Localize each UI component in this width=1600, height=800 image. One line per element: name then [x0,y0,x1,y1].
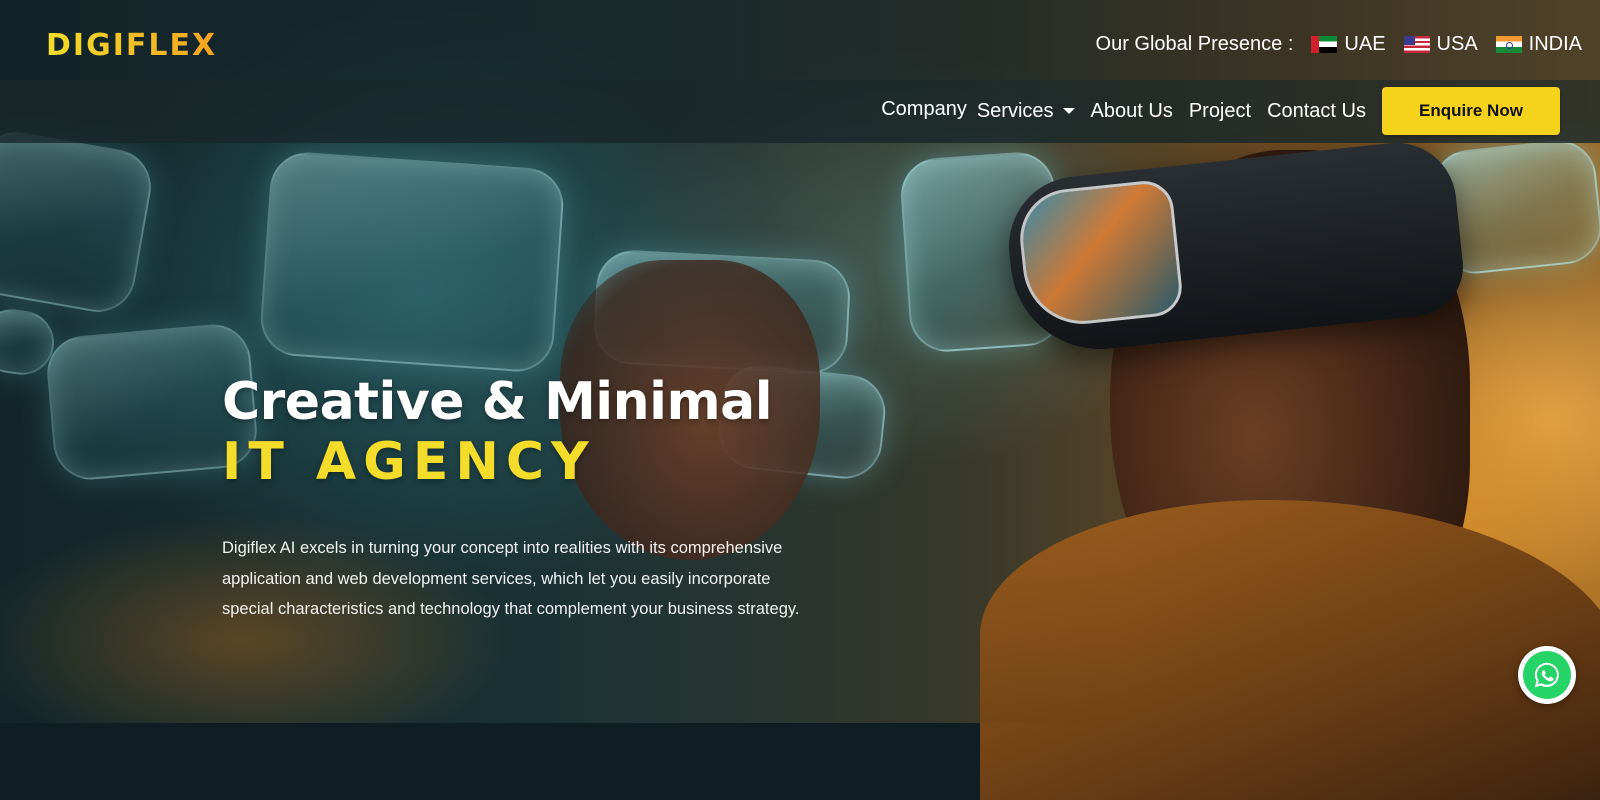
india-flag-icon [1495,36,1522,53]
hero-description: Digiflex AI excels in turning your conce… [222,539,800,618]
country-label: UAE [1344,33,1386,55]
country-uae[interactable]: UAE [1311,33,1386,56]
country-usa[interactable]: USA [1403,33,1478,56]
hero-title: Creative & Minimal [222,372,773,432]
nav-contact-us[interactable]: Contact Us [1267,100,1366,123]
nav-services[interactable]: Services [977,100,1075,123]
nav-services-label: Services [976,99,1054,122]
country-india[interactable]: INDIA [1495,33,1582,56]
main-nav: Company Services About Us Project Contac… [881,87,1560,135]
country-label: USA [1436,33,1478,55]
nav-project[interactable]: Project [1189,100,1251,123]
nav-company[interactable]: Company [881,98,967,121]
logo[interactable]: DIGIFLEX [46,28,217,63]
enquire-now-button[interactable]: Enquire Now [1382,87,1560,135]
nav-about-us[interactable]: About Us [1091,100,1173,123]
chevron-down-icon [1062,108,1075,114]
uae-flag-icon [1311,36,1338,53]
whatsapp-button[interactable] [1518,646,1576,704]
country-label: INDIA [1528,33,1582,55]
usa-flag-icon [1403,36,1430,53]
hero-subtitle: IT AGENCY [222,432,596,492]
whatsapp-icon [1523,651,1571,699]
global-presence: Our Global Presence : UAE USA INDIA [1096,33,1582,56]
presence-label: Our Global Presence : [1095,33,1294,55]
